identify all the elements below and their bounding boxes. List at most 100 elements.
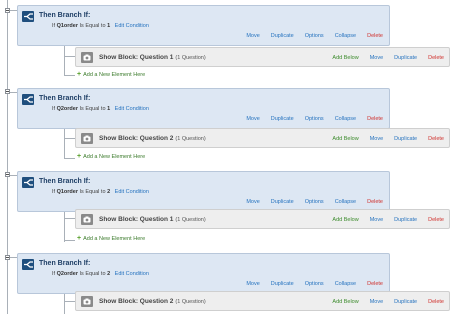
edit-condition-link[interactable]: Edit Condition [115,189,149,195]
duplicate-link[interactable]: Duplicate [394,55,417,61]
block-question-count: (1 Question) [175,136,206,142]
block-name: Show Block: Question 2 [99,298,174,305]
connector-line [64,218,75,219]
collapse-link[interactable]: Collapse [335,199,356,205]
block-name: Show Block: Question 1 [99,54,174,61]
plus-icon: + [77,71,82,78]
branch-condition: If Q2order Is Equal to 1 Edit Condition [52,106,149,112]
branch-element: Then Branch If: If Q2order Is Equal to 1… [17,88,390,129]
branch-icon [22,177,34,188]
connector-line [10,257,17,258]
block-actions: Add Below Move Duplicate Delete [332,217,444,223]
duplicate-link[interactable]: Duplicate [271,116,294,122]
move-link[interactable]: Move [370,55,383,61]
branch-title: Then Branch If: [39,178,91,185]
condition-value: 1 [107,23,111,29]
add-new-element-link[interactable]: + Add a New Element Here [77,71,145,78]
collapse-link[interactable]: Collapse [335,281,356,287]
add-below-link[interactable]: Add Below [332,299,358,305]
block-title: Show Block: Question 2 (1 Question) [99,298,206,305]
block-actions: Add Below Move Duplicate Delete [332,55,444,61]
add-below-link[interactable]: Add Below [332,55,358,61]
move-link[interactable]: Move [246,199,259,205]
collapse-link[interactable]: Collapse [335,116,356,122]
block-question-count: (1 Question) [175,217,206,223]
branch-condition: If Q2order Is Equal to 2 Edit Condition [52,271,149,277]
block-title: Show Block: Question 1 (1 Question) [99,216,206,223]
connector-line [64,158,75,159]
show-block-element: Show Block: Question 1 (1 Question) Add B… [75,47,450,67]
options-link[interactable]: Options [305,116,324,122]
delete-link[interactable]: Delete [428,136,444,142]
options-link[interactable]: Options [305,33,324,39]
delete-link[interactable]: Delete [367,199,383,205]
branch-child-line [64,46,65,76]
if-label: If [52,271,56,277]
branch-icon [22,259,34,270]
block-title: Show Block: Question 2 (1 Question) [99,135,206,142]
plus-icon: + [77,153,82,160]
block-icon [81,296,93,307]
options-link[interactable]: Options [305,199,324,205]
delete-link[interactable]: Delete [367,116,383,122]
collapse-link[interactable]: Collapse [335,33,356,39]
edit-condition-link[interactable]: Edit Condition [115,23,149,29]
branch-actions: Move Duplicate Options Collapse Delete [246,33,383,39]
block-name: Show Block: Question 1 [99,216,174,223]
show-block-element: Show Block: Question 2 (1 Question) Add B… [75,128,450,148]
add-below-link[interactable]: Add Below [332,217,358,223]
condition-operator: Is Equal to [79,271,106,277]
tree-trunk-line [7,0,8,314]
delete-link[interactable]: Delete [367,33,383,39]
block-name: Show Block: Question 2 [99,135,174,142]
duplicate-link[interactable]: Duplicate [394,217,417,223]
connector-line [10,10,17,11]
branch-element: Then Branch If: If Q1order Is Equal to 1… [17,5,390,46]
add-new-element-label: Add a New Element Here [83,72,146,78]
condition-operator: Is Equal to [79,23,106,29]
show-block-element: Show Block: Question 2 (1 Question) Add B… [75,291,450,311]
duplicate-link[interactable]: Duplicate [271,281,294,287]
condition-question: Q1order [56,189,78,195]
move-link[interactable]: Move [370,299,383,305]
move-link[interactable]: Move [246,116,259,122]
plus-icon: + [77,235,82,242]
block-icon [81,133,93,144]
add-new-element-label: Add a New Element Here [83,236,146,242]
edit-condition-link[interactable]: Edit Condition [115,271,149,277]
edit-condition-link[interactable]: Edit Condition [115,106,149,112]
add-new-element-link[interactable]: + Add a New Element Here [77,153,145,160]
block-icon [81,214,93,225]
connector-line [64,301,75,302]
duplicate-link[interactable]: Duplicate [271,33,294,39]
options-link[interactable]: Options [305,281,324,287]
move-link[interactable]: Move [246,281,259,287]
add-below-link[interactable]: Add Below [332,136,358,142]
delete-link[interactable]: Delete [428,55,444,61]
condition-operator: Is Equal to [79,189,106,195]
add-new-element-link[interactable]: + Add a New Element Here [77,235,145,242]
delete-link[interactable]: Delete [428,299,444,305]
block-question-count: (1 Question) [175,55,206,61]
connector-line [64,138,75,139]
move-link[interactable]: Move [370,217,383,223]
branch-child-line [64,129,65,159]
block-actions: Add Below Move Duplicate Delete [332,299,444,305]
duplicate-link[interactable]: Duplicate [271,199,294,205]
delete-link[interactable]: Delete [367,281,383,287]
move-link[interactable]: Move [370,136,383,142]
condition-question: Q2order [56,271,78,277]
duplicate-link[interactable]: Duplicate [394,299,417,305]
connector-line [64,56,75,57]
branch-icon [22,94,34,105]
move-link[interactable]: Move [246,33,259,39]
duplicate-link[interactable]: Duplicate [394,136,417,142]
branch-condition: If Q1order Is Equal to 1 Edit Condition [52,23,149,29]
condition-value: 2 [107,189,111,195]
branch-title: Then Branch If: [39,260,91,267]
branch-title: Then Branch If: [39,95,91,102]
condition-operator: Is Equal to [79,106,106,112]
delete-link[interactable]: Delete [428,217,444,223]
branch-actions: Move Duplicate Options Collapse Delete [246,116,383,122]
branch-actions: Move Duplicate Options Collapse Delete [246,199,383,205]
